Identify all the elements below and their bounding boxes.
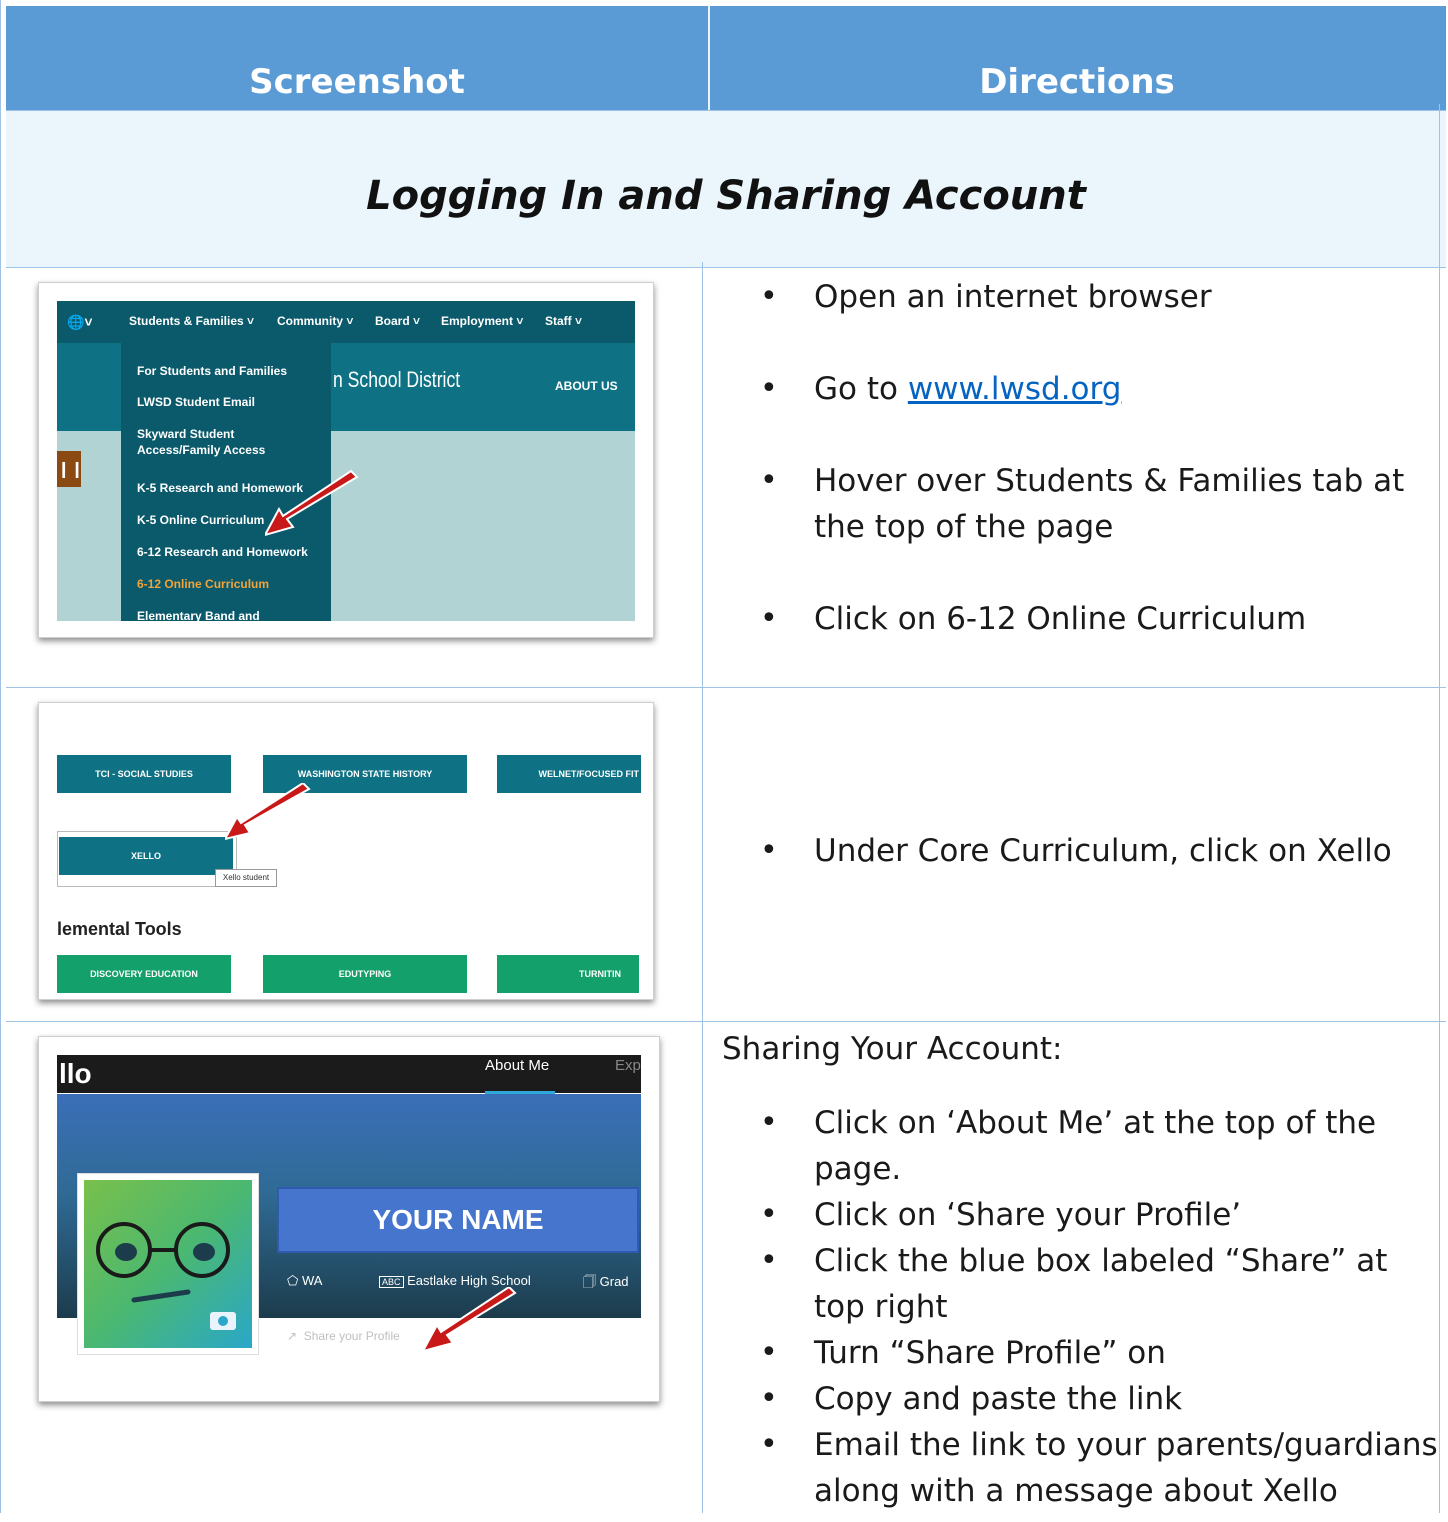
xello-button[interactable]: XELLO bbox=[59, 837, 233, 875]
school-text: Eastlake High School bbox=[407, 1273, 531, 1288]
list-item: Go to www.lwsd.org bbox=[760, 366, 1448, 412]
discovery-education-button[interactable]: DISCOVERY EDUCATION bbox=[57, 955, 231, 993]
grade-meta: 🗍 Grad bbox=[583, 1273, 629, 1295]
edutyping-button[interactable]: EDUTYPING bbox=[263, 955, 467, 993]
globe-icon: 🌐˅ bbox=[67, 314, 93, 330]
list-item: Click on ‘About Me’ at the top of the pa… bbox=[760, 1100, 1448, 1192]
share-icon: ↗ bbox=[287, 1329, 298, 1343]
header-directions: Directions bbox=[979, 62, 1175, 102]
red-arrow-icon bbox=[265, 469, 359, 537]
map-icon: ⬠ bbox=[287, 1273, 299, 1288]
documents-icon: 🗍 bbox=[583, 1274, 596, 1289]
directions-list-3: Click on ‘About Me’ at the top of the pa… bbox=[760, 1100, 1448, 1514]
xello-tooltip: Xello student bbox=[215, 869, 277, 887]
chalkboard-icon: ABC bbox=[379, 1276, 404, 1288]
xello-top-bar bbox=[57, 1055, 641, 1093]
location-meta: ⬠ WA bbox=[287, 1273, 322, 1289]
directions-list-2: Under Core Curriculum, click on Xello bbox=[760, 828, 1392, 874]
column-divider bbox=[702, 262, 703, 1513]
section-row: Logging In and Sharing Account bbox=[6, 110, 1446, 268]
avatar[interactable] bbox=[77, 1173, 259, 1355]
screenshot-curriculum-buttons: TCI - SOCIAL STUDIES WASHINGTON STATE HI… bbox=[38, 702, 654, 1000]
list-item: Click on 6-12 Online Curriculum bbox=[760, 596, 1448, 642]
red-arrow-icon bbox=[225, 783, 311, 841]
turnitin-button[interactable]: TURNITIN bbox=[497, 955, 639, 993]
nav-employment[interactable]: Employment ˅ bbox=[441, 314, 523, 328]
screenshot-xello-profile: llo About Me Exp YOUR NAME ⬠ WA ABC East… bbox=[38, 1036, 660, 1402]
directions-list-1: Open an internet browser Go to www.lwsd.… bbox=[760, 274, 1448, 642]
menu-item[interactable]: 6-12 Research and Homework bbox=[137, 544, 327, 560]
menu-item[interactable]: LWSD Student Email bbox=[137, 394, 327, 410]
state-text: WA bbox=[301, 1273, 323, 1288]
table-left-border bbox=[0, 0, 1, 1513]
nav-explore[interactable]: Exp bbox=[615, 1057, 641, 1074]
pause-icon[interactable]: ❙❙ bbox=[57, 451, 84, 487]
avatar-face-icon bbox=[96, 1222, 236, 1330]
header-screenshot: Screenshot bbox=[249, 62, 465, 102]
section-title: Logging In and Sharing Account bbox=[366, 173, 1086, 219]
xello-logo: llo bbox=[59, 1058, 92, 1089]
profile-name: YOUR NAME bbox=[277, 1187, 639, 1253]
nav-staff[interactable]: Staff ˅ bbox=[545, 314, 582, 328]
screenshot-lwsd-menu: 🌐˅ Students & Families ˅ Community ˅ Boa… bbox=[38, 282, 654, 638]
welnet-button[interactable]: WELNET/FOCUSED FIT bbox=[497, 755, 641, 793]
about-us-link[interactable]: ABOUT US bbox=[555, 379, 618, 393]
active-tab-indicator bbox=[485, 1091, 555, 1094]
nav-board[interactable]: Board ˅ bbox=[375, 314, 420, 328]
menu-item[interactable]: For Students and Families bbox=[137, 363, 327, 379]
nav-students-families[interactable]: Students & Families ˅ bbox=[129, 314, 254, 328]
tci-social-studies-button[interactable]: TCI - SOCIAL STUDIES bbox=[57, 755, 231, 793]
share-profile-label: Share your Profile bbox=[303, 1329, 400, 1343]
list-item: Hover over Students & Families tab at th… bbox=[760, 458, 1448, 550]
list-item: Email the link to your parents/guardians… bbox=[760, 1422, 1448, 1514]
menu-item[interactable]: Skyward Student Access/Family Access bbox=[137, 426, 267, 458]
grade-text: Grad bbox=[599, 1274, 629, 1289]
lwsd-site: 🌐˅ Students & Families ˅ Community ˅ Boa… bbox=[57, 301, 635, 621]
list-item: Click on ‘Share your Profile’ bbox=[760, 1192, 1448, 1238]
supplemental-tools-heading: lemental Tools bbox=[57, 919, 182, 939]
sharing-intro: Sharing Your Account: bbox=[722, 1031, 1063, 1067]
nav-about-me[interactable]: About Me bbox=[485, 1057, 549, 1074]
lwsd-link[interactable]: www.lwsd.org bbox=[908, 371, 1122, 407]
district-title: n School District bbox=[333, 367, 461, 392]
menu-item[interactable]: Elementary Band and bbox=[137, 608, 327, 621]
list-item: Open an internet browser bbox=[760, 274, 1448, 320]
nav-community[interactable]: Community ˅ bbox=[277, 314, 353, 328]
share-profile-link[interactable]: ↗ Share your Profile bbox=[287, 1329, 400, 1343]
list-item: Copy and paste the link bbox=[760, 1376, 1448, 1422]
menu-item-6-12-online-curriculum[interactable]: 6-12 Online Curriculum bbox=[137, 576, 327, 592]
list-item: Click the blue box labeled “Share” at to… bbox=[760, 1238, 1448, 1330]
red-arrow-icon bbox=[423, 1287, 517, 1353]
lwsd-top-nav: 🌐˅ Students & Families ˅ Community ˅ Boa… bbox=[57, 301, 635, 343]
school-meta: ABC Eastlake High School bbox=[379, 1273, 531, 1288]
list-item: Turn “Share Profile” on bbox=[760, 1330, 1448, 1376]
table-header-row: Screenshot Directions bbox=[6, 6, 1446, 110]
list-item: Under Core Curriculum, click on Xello bbox=[760, 828, 1392, 874]
